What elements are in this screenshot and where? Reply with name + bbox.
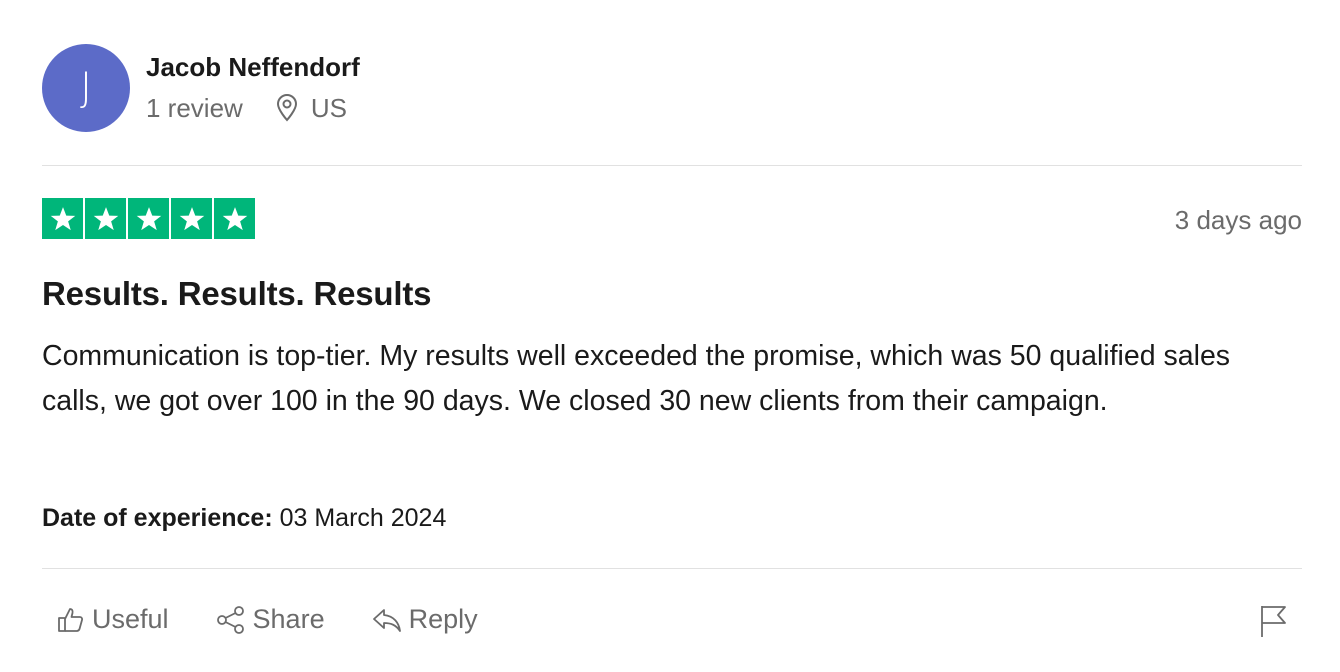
reply-icon: [372, 608, 401, 632]
star-icon: [42, 198, 83, 239]
author-name[interactable]: Jacob Neffendorf: [146, 51, 360, 83]
flag-icon: [1261, 606, 1286, 637]
review-header: J Jacob Neffendorf 1 review US: [42, 44, 360, 132]
reply-button[interactable]: Reply: [371, 604, 478, 635]
reply-label: Reply: [408, 604, 478, 634]
divider: [42, 165, 1302, 166]
star-icon: [128, 198, 169, 239]
experience-label: Date of experience:: [42, 504, 273, 532]
useful-label: Useful: [92, 604, 169, 634]
avatar-initial: J: [80, 65, 92, 111]
star-icon: [171, 198, 212, 239]
avatar[interactable]: J: [42, 44, 130, 132]
author-meta: 1 review US: [146, 93, 360, 123]
share-button[interactable]: Share: [215, 604, 325, 635]
review-title[interactable]: Results. Results. Results: [42, 274, 431, 314]
thumbs-up-icon: [58, 607, 84, 632]
useful-button[interactable]: Useful: [56, 604, 169, 635]
review-date: 3 days ago: [1174, 205, 1302, 235]
star-rating: [42, 198, 255, 239]
star-icon: [85, 198, 126, 239]
report-button[interactable]: [1258, 604, 1288, 643]
review-actions: Useful Share Reply: [56, 604, 524, 635]
location-pin-icon: [275, 94, 299, 122]
divider: [42, 568, 1302, 569]
review-card: J Jacob Neffendorf 1 review US 3 days ag…: [0, 0, 1340, 672]
date-of-experience: Date of experience: 03 March 2024: [42, 502, 446, 534]
share-label: Share: [252, 604, 325, 634]
review-body: Communication is top-tier. My results we…: [42, 340, 1231, 417]
author-info: Jacob Neffendorf 1 review US: [146, 51, 360, 123]
star-icon: [214, 198, 255, 239]
review-count: 1 review: [146, 93, 243, 123]
experience-date: 03 March 2024: [279, 504, 447, 532]
author-country: US: [310, 93, 347, 123]
share-icon: [216, 605, 244, 634]
